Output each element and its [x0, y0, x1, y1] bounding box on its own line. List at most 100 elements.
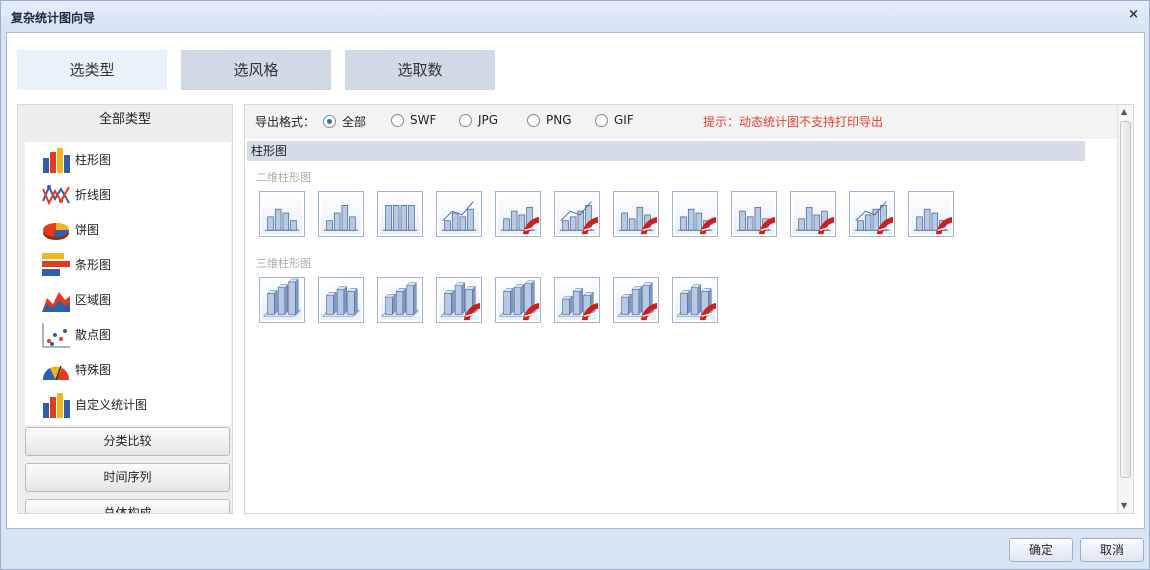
type-panel-header: 全部类型 — [98, 112, 151, 127]
column-chart-thumbnail-icon — [381, 282, 419, 317]
type-item-bar[interactable]: 条形图 — [25, 247, 231, 282]
thumbs-2d — [259, 191, 967, 237]
column-chart-icon — [43, 147, 70, 173]
column-chart-thumbnail-icon — [264, 208, 300, 231]
chart-thumb-2d-12[interactable] — [908, 191, 954, 237]
export-format-label: 导出格式： — [255, 115, 316, 129]
type-item-area[interactable]: 区域图 — [25, 282, 231, 317]
chart-panel: 导出格式： 全部 SWF JPG PNG GIF 提示：动态统计图不支持打印导出… — [244, 104, 1134, 514]
chart-thumb-2d-10[interactable] — [790, 191, 836, 237]
type-item-scatter[interactable]: 散点图 — [25, 317, 231, 352]
column-chart-thumbnail-icon — [263, 278, 301, 317]
column-chart-thumbnail-icon — [854, 201, 894, 235]
subsection-2d-label: 二维柱形图 — [256, 171, 311, 184]
line-chart-icon — [42, 184, 70, 205]
chart-thumb-3d-1[interactable] — [259, 277, 305, 323]
column-chart-thumbnail-icon — [440, 282, 481, 321]
dialog-title: 复杂统计图向导 — [11, 11, 96, 25]
radio-icon — [595, 113, 608, 127]
radio-icon — [391, 113, 404, 127]
chart-thumb-3d-4[interactable] — [436, 277, 482, 323]
type-item-label: 特殊图 — [75, 363, 112, 377]
type-item-label: 条形图 — [75, 258, 112, 272]
radio-label: GIF — [614, 113, 634, 127]
category-timeseries-button[interactable]: 时间序列 — [25, 463, 230, 492]
type-item-column[interactable]: 柱形图 — [25, 142, 231, 177]
type-item-line[interactable]: 折线图 — [25, 177, 231, 212]
type-item-label: 散点图 — [75, 328, 112, 342]
radio-icon — [459, 113, 472, 127]
chart-thumb-2d-6[interactable] — [554, 191, 600, 237]
close-icon[interactable]: × — [1128, 7, 1139, 22]
chart-thumb-2d-3[interactable] — [377, 191, 423, 237]
chart-thumb-2d-2[interactable] — [318, 191, 364, 237]
chart-thumb-2d-7[interactable] — [613, 191, 659, 237]
column-chart-thumbnail-icon — [617, 282, 658, 321]
radio-label: PNG — [546, 113, 572, 127]
export-option-swf[interactable]: SWF — [391, 113, 436, 127]
export-hint: 提示：动态统计图不支持打印导出 — [703, 115, 884, 129]
step-tabs: 选类型 选风格 选取数 — [17, 50, 509, 90]
export-format-bar: 导出格式： 全部 SWF JPG PNG GIF 提示：动态统计图不支持打印导出 — [245, 105, 1119, 139]
dialog-window: 复杂统计图向导 × 选类型 选风格 选取数 全部类型 柱形图 折线图 饼图 条形… — [0, 0, 1150, 570]
type-item-label: 区域图 — [75, 293, 112, 307]
radio-label: 全部 — [342, 115, 367, 129]
tab-select-style[interactable]: 选风格 — [181, 50, 331, 90]
chart-thumb-2d-11[interactable] — [849, 191, 895, 237]
column-chart-thumbnail-icon — [618, 206, 658, 235]
chart-thumb-3d-5[interactable] — [495, 277, 541, 323]
chart-thumb-2d-9[interactable] — [731, 191, 777, 237]
column-chart-thumbnail-icon — [500, 206, 540, 235]
title-bar: 复杂统计图向导 × — [1, 1, 1149, 31]
column-chart-thumbnail-icon — [499, 280, 540, 321]
scatter-chart-icon — [42, 322, 70, 347]
chart-thumb-3d-2[interactable] — [318, 277, 364, 323]
type-item-special[interactable]: 特殊图 — [25, 352, 231, 387]
chart-thumb-3d-8[interactable] — [672, 277, 718, 323]
radio-icon — [323, 115, 336, 128]
category-compare-button[interactable]: 分类比较 — [25, 427, 230, 456]
chart-thumb-3d-3[interactable] — [377, 277, 423, 323]
column-chart-thumbnail-icon — [441, 201, 477, 231]
radio-icon — [527, 113, 540, 127]
category-composition-button[interactable]: 总体构成 — [25, 499, 230, 513]
type-item-pie[interactable]: 饼图 — [25, 212, 231, 247]
chart-thumb-2d-1[interactable] — [259, 191, 305, 237]
chart-thumb-2d-5[interactable] — [495, 191, 541, 237]
export-option-all[interactable]: 全部 — [323, 113, 366, 130]
tab-select-data[interactable]: 选取数 — [345, 50, 495, 90]
type-item-label: 自定义统计图 — [75, 398, 148, 412]
chart-thumb-2d-4[interactable] — [436, 191, 482, 237]
radio-label: JPG — [478, 113, 499, 127]
type-item-label: 折线图 — [75, 188, 112, 202]
export-option-jpg[interactable]: JPG — [459, 113, 498, 127]
tab-select-type[interactable]: 选类型 — [17, 50, 167, 90]
type-item-custom[interactable]: 自定义统计图 — [25, 387, 231, 422]
dialog-body: 选类型 选风格 选取数 全部类型 柱形图 折线图 饼图 条形图 区域图 散点图 … — [6, 32, 1145, 529]
type-list: 柱形图 折线图 饼图 条形图 区域图 散点图 特殊图 自定义统计图 — [25, 142, 231, 425]
export-option-gif[interactable]: GIF — [595, 113, 634, 127]
thumbs-3d — [259, 277, 731, 323]
custom-chart-icon — [43, 392, 70, 418]
vertical-scrollbar[interactable]: ▲ ▼ — [1117, 105, 1133, 513]
chart-thumb-2d-8[interactable] — [672, 191, 718, 237]
scroll-down-icon[interactable]: ▼ — [1121, 501, 1127, 510]
type-item-label: 饼图 — [75, 223, 100, 237]
chart-thumb-3d-6[interactable] — [554, 277, 600, 323]
subsection-3d-label: 三维柱形图 — [256, 257, 311, 270]
scrollbar-thumb[interactable] — [1120, 121, 1131, 478]
ok-button[interactable]: 确定 — [1009, 538, 1073, 562]
type-panel: 全部类型 柱形图 折线图 饼图 条形图 区域图 散点图 特殊图 自定义统计图 分… — [17, 104, 233, 514]
section-title: 柱形图 — [247, 141, 1085, 161]
bar-chart-icon — [42, 252, 70, 276]
radio-label: SWF — [410, 113, 437, 127]
gauge-chart-icon — [42, 365, 70, 380]
column-chart-thumbnail-icon — [558, 287, 599, 321]
export-option-png[interactable]: PNG — [527, 113, 572, 127]
column-chart-thumbnail-icon — [677, 208, 717, 235]
chart-thumb-3d-7[interactable] — [613, 277, 659, 323]
column-chart-thumbnail-icon — [322, 286, 360, 317]
cancel-button[interactable]: 取消 — [1080, 538, 1144, 562]
column-chart-thumbnail-icon — [559, 201, 599, 235]
scroll-up-icon[interactable]: ▲ — [1121, 107, 1127, 116]
